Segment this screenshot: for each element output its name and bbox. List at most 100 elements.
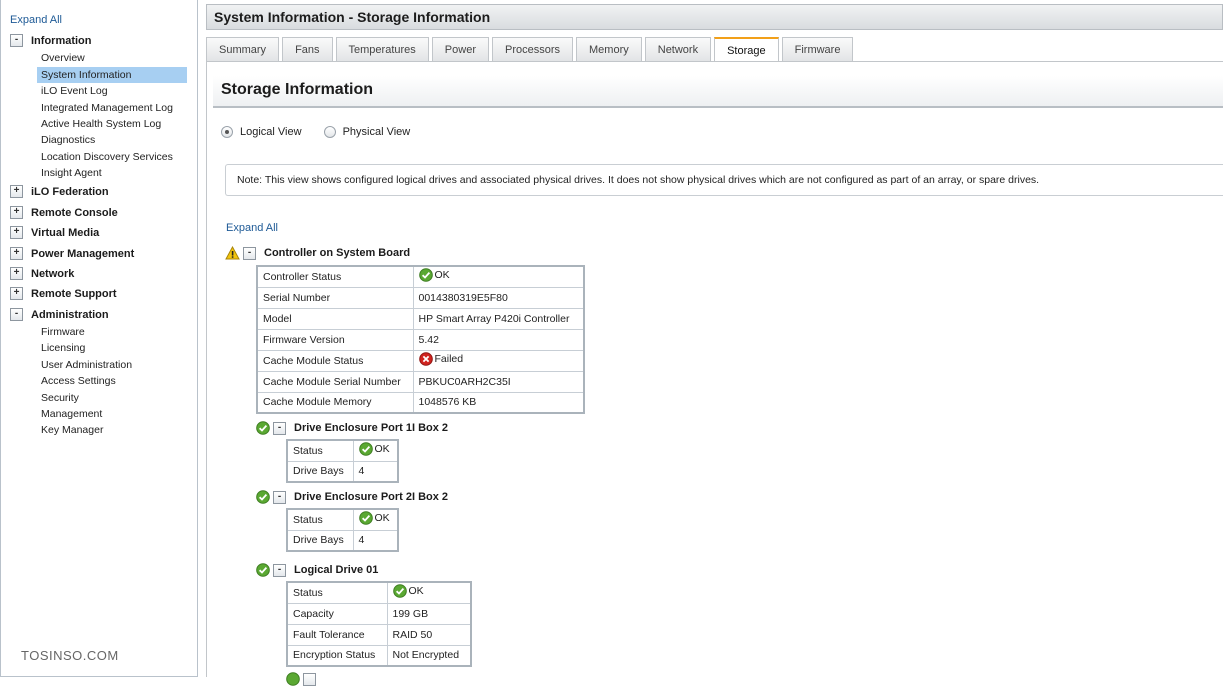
nav-section-label: Remote Support (31, 287, 117, 300)
nav-section-remote-console[interactable]: + Remote Console (10, 206, 118, 219)
nav-section-virtual-media[interactable]: + Virtual Media (10, 226, 99, 239)
tab-summary[interactable]: Summary (206, 37, 280, 61)
table-row: Model HP Smart Array P420i Controller (256, 307, 585, 330)
expand-toggle[interactable]: + (10, 226, 23, 239)
nav-section-power-management[interactable]: + Power Management (10, 247, 134, 260)
expand-toggle[interactable]: + (10, 247, 23, 260)
collapse-toggle[interactable]: - (273, 421, 286, 435)
nav-section-label: iLO Federation (31, 185, 109, 198)
row-value: 5.42 (412, 328, 585, 351)
row-value: 0014380319E5F80 (412, 286, 585, 309)
nav-section-ilo-federation[interactable]: + iLO Federation (10, 185, 109, 198)
controller-details-table: Controller Status OK Serial Number 00143… (256, 265, 585, 414)
physical-drive-node-partial (286, 672, 324, 686)
enclosure-details-table: Status OK Drive Bays 4 (286, 439, 399, 483)
row-label: Drive Bays (286, 529, 354, 552)
row-label: Encryption Status (286, 644, 388, 667)
tab-fans[interactable]: Fans (282, 37, 333, 61)
row-value: OK (412, 265, 585, 288)
nav-section-label: Virtual Media (31, 226, 100, 239)
row-value: RAID 50 (386, 623, 472, 646)
expand-toggle[interactable]: + (10, 287, 23, 300)
nav-section-administration[interactable]: - Administration (10, 308, 109, 321)
table-row: Status OK (286, 439, 399, 462)
row-value: 199 GB (386, 602, 472, 625)
logical-view-radio[interactable] (221, 126, 233, 138)
expand-all-link[interactable]: Expand All (226, 222, 278, 234)
sidebar-nav: Expand All - Information Overview System… (0, 0, 198, 677)
nav-item-diagnostics[interactable]: Diagnostics (37, 132, 95, 148)
tab-power[interactable]: Power (431, 37, 489, 61)
logical-view-label[interactable]: Logical View (240, 126, 302, 138)
ok-icon (256, 421, 270, 435)
table-row: Status OK (286, 581, 472, 604)
sidebar-expand-all-link[interactable]: Expand All (10, 14, 62, 26)
collapse-toggle[interactable] (303, 672, 316, 686)
nav-item-integrated-management-log[interactable]: Integrated Management Log (37, 100, 173, 116)
expand-toggle[interactable]: + (10, 185, 23, 198)
nav-section-label: Information (31, 34, 92, 47)
tab-storage[interactable]: Storage (714, 37, 779, 62)
enclosure-node: - Drive Enclosure Port 2I Box 2 (256, 490, 448, 504)
nav-item-security[interactable]: Security (37, 390, 79, 406)
nav-item-insight-agent[interactable]: Insight Agent (37, 165, 102, 181)
table-row: Cache Module Serial Number PBKUC0ARH2C35… (256, 370, 585, 393)
row-label: Serial Number (256, 286, 414, 309)
tab-firmware[interactable]: Firmware (781, 37, 854, 61)
ok-icon (392, 584, 407, 599)
nav-section-label: Administration (31, 308, 109, 321)
nav-item-management[interactable]: Management (37, 406, 102, 422)
ok-icon (418, 268, 433, 283)
nav-section-label: Power Management (31, 247, 135, 260)
physical-view-label[interactable]: Physical View (343, 126, 411, 138)
row-value: 4 (352, 460, 399, 483)
expand-toggle[interactable]: + (10, 267, 23, 280)
nav-item-system-information[interactable]: System Information (37, 67, 187, 83)
expand-toggle[interactable]: + (10, 206, 23, 219)
tab-temperatures[interactable]: Temperatures (335, 37, 429, 61)
collapse-toggle[interactable]: - (10, 308, 23, 321)
nav-item-overview[interactable]: Overview (37, 50, 85, 66)
tab-processors[interactable]: Processors (491, 37, 574, 61)
physical-view-radio[interactable] (323, 126, 336, 138)
row-value: Not Encrypted (386, 644, 472, 667)
row-label: Capacity (286, 602, 388, 625)
nav-item-firmware[interactable]: Firmware (37, 324, 85, 340)
row-label: Drive Bays (286, 460, 354, 483)
ok-icon (286, 672, 300, 686)
row-value: 1048576 KB (412, 391, 585, 414)
nav-section-information[interactable]: - Information (10, 34, 92, 47)
nav-item-access-settings[interactable]: Access Settings (37, 373, 116, 389)
collapse-toggle[interactable]: - (273, 563, 286, 577)
nav-item-active-health-system-log[interactable]: Active Health System Log (37, 116, 161, 132)
row-label: Cache Module Serial Number (256, 370, 414, 393)
nav-section-network[interactable]: + Network (10, 267, 74, 280)
table-row: Encryption Status Not Encrypted (286, 644, 472, 667)
table-row: Drive Bays 4 (286, 529, 399, 552)
nav-item-user-administration[interactable]: User Administration (37, 357, 132, 373)
collapse-toggle[interactable]: - (243, 246, 256, 260)
table-row: Fault Tolerance RAID 50 (286, 623, 472, 646)
table-row: Cache Module Memory 1048576 KB (256, 391, 585, 414)
status-text: OK (374, 512, 390, 525)
tab-bar: Summary Fans Temperatures Power Processo… (206, 37, 856, 62)
tab-memory[interactable]: Memory (576, 37, 642, 61)
row-value: PBKUC0ARH2C35I (412, 370, 585, 393)
page-title: System Information - Storage Information (206, 4, 1223, 30)
table-row: Status OK (286, 508, 399, 531)
status-text: Failed (434, 353, 464, 365)
nav-item-key-manager[interactable]: Key Manager (37, 422, 103, 438)
nav-item-ilo-event-log[interactable]: iLO Event Log (37, 83, 108, 99)
nav-item-licensing[interactable]: Licensing (37, 340, 85, 356)
tab-network[interactable]: Network (644, 37, 712, 61)
table-row: Firmware Version 5.42 (256, 328, 585, 351)
row-value: OK (352, 439, 399, 462)
collapse-toggle[interactable]: - (10, 34, 23, 47)
collapse-toggle[interactable]: - (273, 490, 286, 504)
nav-section-remote-support[interactable]: + Remote Support (10, 287, 117, 300)
row-value: OK (386, 581, 472, 604)
nav-item-location-discovery-services[interactable]: Location Discovery Services (37, 149, 173, 165)
row-value: 4 (352, 529, 399, 552)
section-heading: Storage Information (213, 76, 1223, 108)
row-label: Status (286, 439, 354, 462)
